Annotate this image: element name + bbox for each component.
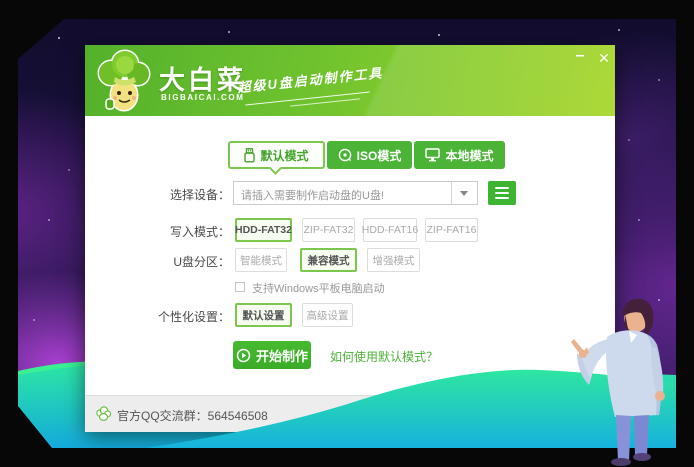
screen: 大白菜 BIGBAICAI.COM 超级U盘启动制作工具 – ✕ 默认模式 xyxy=(0,0,694,467)
cartoon-character xyxy=(563,295,676,467)
